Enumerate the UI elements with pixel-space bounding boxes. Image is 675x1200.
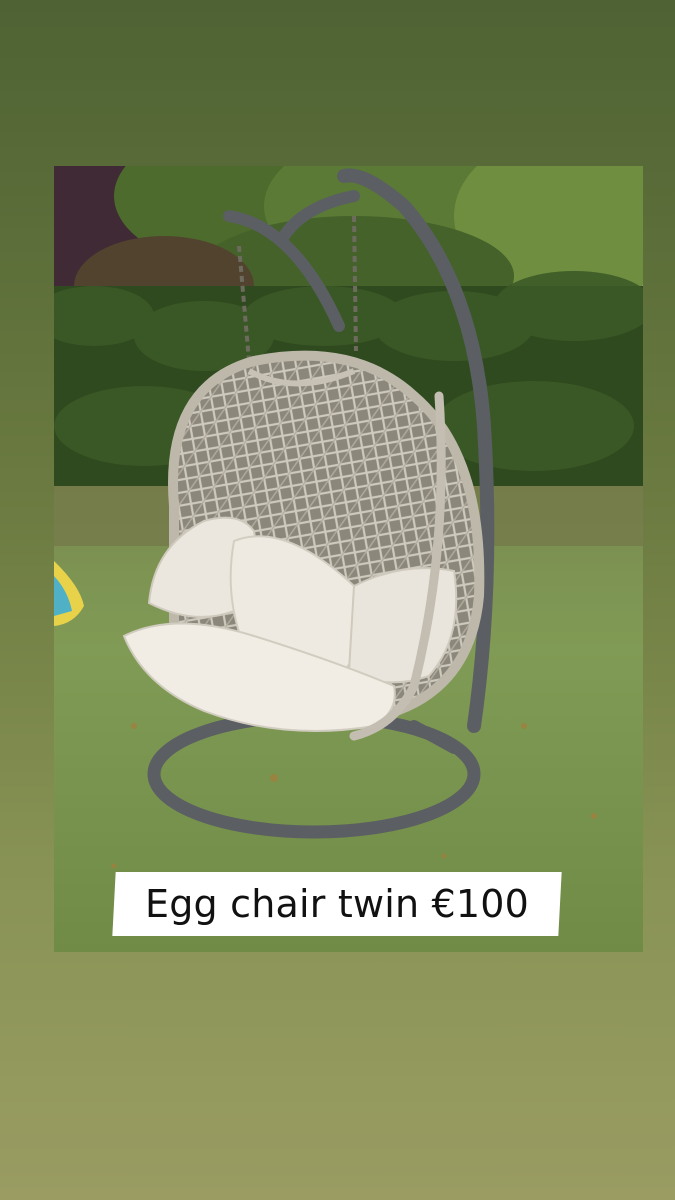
product-photo (54, 166, 643, 952)
caption-banner: Egg chair twin €100 (112, 872, 562, 936)
caption-text: Egg chair twin €100 (144, 882, 530, 926)
egg-chair-photo (54, 166, 643, 952)
